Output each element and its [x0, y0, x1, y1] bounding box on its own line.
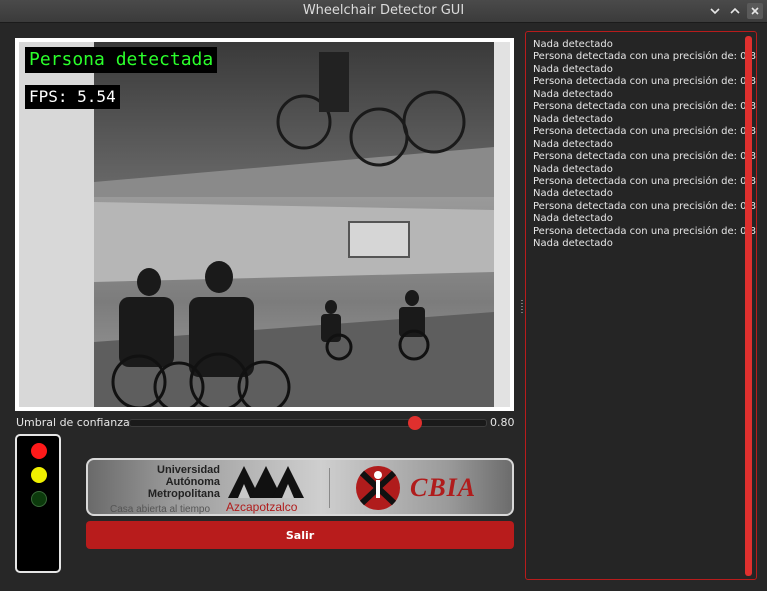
log-entry: Persona detectada con una precisión de: … — [533, 51, 757, 63]
yellow-light-icon — [31, 467, 47, 483]
exit-button[interactable]: Salir — [86, 521, 514, 549]
log-entry: Persona detectada con una precisión de: … — [533, 151, 757, 163]
chevron-down-icon[interactable] — [707, 3, 723, 19]
logo-divider — [329, 468, 330, 508]
fps-overlay: FPS: 5.54 — [25, 85, 120, 109]
uam-emblem-icon — [228, 466, 304, 498]
log-entry: Nada detectado — [533, 39, 613, 50]
university-name: Universidad Autónoma Metropolitana — [147, 464, 220, 500]
status-bar — [0, 583, 767, 591]
window-title: Wheelchair Detector GUI — [302, 3, 465, 18]
log-entry: Persona detectada con una precisión de: … — [533, 126, 757, 138]
uam-cbia-logo: Universidad Autónoma Metropolitana Casa … — [86, 458, 514, 516]
cbia-emblem-icon — [356, 466, 400, 510]
confidence-threshold-slider[interactable] — [129, 416, 487, 430]
log-entry: Persona detectada con una precisión de: … — [533, 101, 757, 113]
campus-name: Azcapotzalco — [226, 500, 298, 514]
log-entry: Nada detectado — [533, 138, 613, 150]
university-motto: Casa abierta al tiempo — [110, 504, 211, 515]
log-entry: Nada detectado — [533, 188, 613, 200]
log-entry: Persona detectada con una precisión de: … — [533, 200, 757, 212]
log-entry: Nada detectado — [533, 163, 613, 175]
log-entry: Nada detectado — [533, 238, 613, 250]
slider-handle[interactable] — [407, 416, 422, 430]
slider-fill — [130, 420, 415, 426]
red-light-icon — [31, 443, 47, 459]
detection-log-list: Nada detectado Persona detectada con una … — [526, 32, 756, 251]
camera-feed: Persona detectada FPS: 5.54 — [15, 38, 514, 411]
log-entry: Nada detectado — [533, 213, 613, 225]
log-entry: Nada detectado — [533, 88, 613, 100]
log-entry: Persona detectada con una precisión de: … — [533, 175, 757, 187]
log-entry: Persona detectada con una precisión de: … — [533, 225, 757, 237]
panel-splitter-handle[interactable] — [521, 300, 523, 314]
log-scrollbar[interactable] — [745, 36, 752, 576]
log-entry: Nada detectado — [533, 63, 613, 75]
confidence-threshold-label: Umbral de confianza: — [16, 416, 134, 429]
division-name: CBIA — [410, 473, 477, 502]
traffic-light — [15, 434, 61, 573]
log-entry: Persona detectada con una precisión de: … — [533, 76, 757, 88]
green-light-icon — [31, 491, 47, 507]
chevron-up-icon[interactable] — [727, 3, 743, 19]
close-icon[interactable] — [747, 3, 763, 19]
detection-status-overlay: Persona detectada — [25, 47, 218, 73]
window-titlebar[interactable]: Wheelchair Detector GUI — [0, 0, 767, 23]
log-entry: Nada detectado — [533, 113, 613, 125]
confidence-threshold-value: 0.80 — [490, 416, 515, 429]
detection-log-panel[interactable]: Nada detectado Persona detectada con una … — [525, 31, 757, 580]
